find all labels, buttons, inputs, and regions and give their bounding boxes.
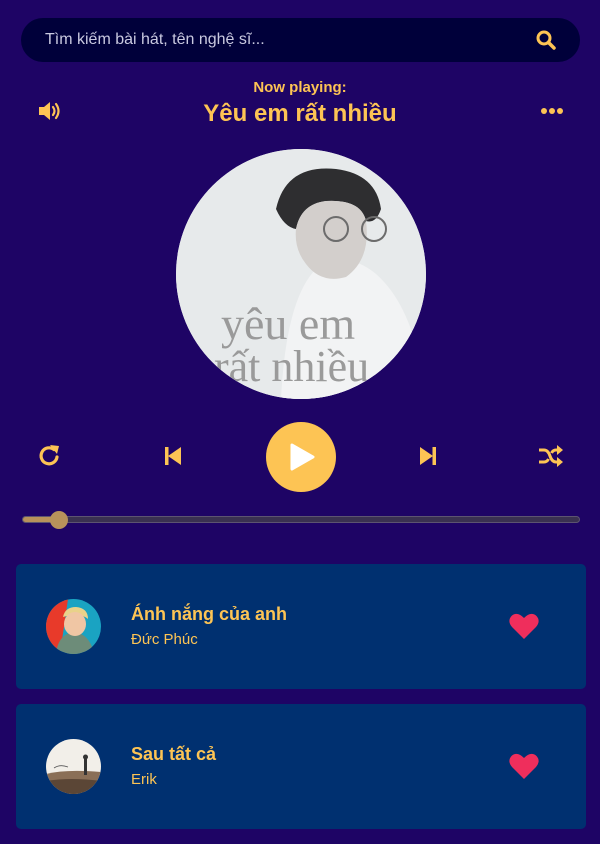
progress-thumb[interactable] — [50, 511, 69, 529]
heart-icon[interactable] — [509, 752, 539, 780]
song-title: Sau tất cả — [131, 744, 217, 764]
volume-icon[interactable] — [38, 100, 64, 122]
search-bar — [21, 18, 580, 62]
song-thumbnail — [46, 599, 101, 654]
song-artist: Erik — [131, 771, 157, 788]
play-button[interactable] — [266, 422, 336, 492]
song-thumbnail — [46, 739, 101, 794]
progress-bar[interactable] — [22, 511, 580, 529]
next-icon[interactable] — [418, 444, 438, 468]
play-icon — [290, 443, 315, 471]
more-icon[interactable] — [540, 104, 564, 118]
album-cover: yêu em rất nhiều — [176, 149, 426, 399]
repeat-icon[interactable] — [37, 443, 63, 469]
previous-icon[interactable] — [163, 444, 183, 468]
album-art-text-bottom: rất nhiều — [214, 342, 369, 391]
now-playing-label: Now playing: — [253, 79, 347, 96]
heart-icon[interactable] — [509, 612, 539, 640]
playlist-item[interactable]: Sau tất cả Erik — [16, 704, 586, 829]
playlist-item[interactable]: Ánh nắng của anh Đức Phúc — [16, 564, 586, 689]
search-icon[interactable] — [534, 28, 558, 52]
song-title: Ánh nắng của anh — [131, 604, 288, 624]
song-artist: Đức Phúc — [131, 631, 198, 648]
search-input[interactable] — [43, 30, 534, 50]
shuffle-icon[interactable] — [537, 444, 563, 468]
current-song-title: Yêu em rất nhiều — [203, 100, 397, 127]
